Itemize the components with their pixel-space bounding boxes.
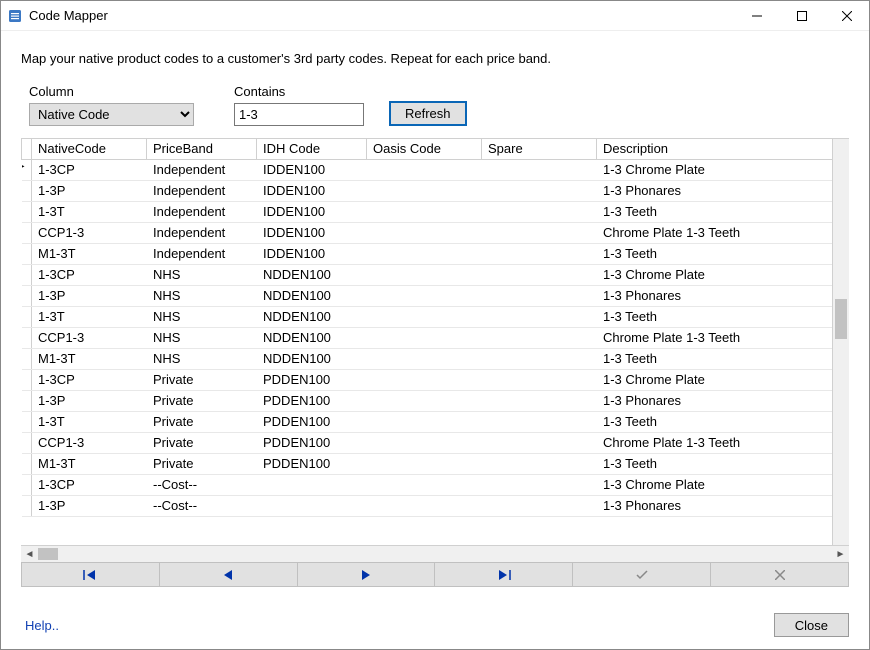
titlebar: Code Mapper bbox=[1, 1, 869, 31]
close-window-button[interactable] bbox=[824, 1, 869, 31]
nav-last-button[interactable] bbox=[435, 563, 573, 586]
table-row[interactable]: 1-3PPrivatePDDEN1001-3 Phonares bbox=[22, 390, 849, 411]
nav-first-button[interactable] bbox=[22, 563, 160, 586]
table-row[interactable]: 1-3PNHSNDDEN1001-3 Phonares bbox=[22, 285, 849, 306]
nav-confirm-button[interactable] bbox=[573, 563, 711, 586]
table-row[interactable]: 1-3CPNHSNDDEN1001-3 Chrome Plate bbox=[22, 264, 849, 285]
scroll-right-icon[interactable]: ► bbox=[832, 546, 849, 563]
table-row[interactable]: M1-3TPrivatePDDEN1001-3 Teeth bbox=[22, 453, 849, 474]
intro-text: Map your native product codes to a custo… bbox=[21, 51, 849, 66]
table-row[interactable]: 1-3TNHSNDDEN1001-3 Teeth bbox=[22, 306, 849, 327]
scroll-left-icon[interactable]: ◄ bbox=[21, 546, 38, 563]
table-row[interactable]: M1-3TIndependentIDDEN1001-3 Teeth bbox=[22, 243, 849, 264]
table-row[interactable]: 1-3CPIndependentIDDEN1001-3 Chrome Plate bbox=[22, 159, 849, 180]
table-row[interactable]: CCP1-3IndependentIDDEN100Chrome Plate 1-… bbox=[22, 222, 849, 243]
table-row[interactable]: 1-3CP--Cost--1-3 Chrome Plate bbox=[22, 474, 849, 495]
col-header-oasiscode[interactable]: Oasis Code bbox=[367, 139, 482, 159]
column-select[interactable]: Native Code bbox=[29, 103, 194, 126]
col-header-description[interactable]: Description bbox=[597, 139, 849, 159]
col-header-nativecode[interactable]: NativeCode bbox=[32, 139, 147, 159]
nav-prev-button[interactable] bbox=[160, 563, 298, 586]
window-title: Code Mapper bbox=[29, 8, 108, 23]
col-header-idhcode[interactable]: IDH Code bbox=[257, 139, 367, 159]
table-row[interactable]: M1-3TNHSNDDEN1001-3 Teeth bbox=[22, 348, 849, 369]
refresh-button[interactable]: Refresh bbox=[389, 101, 467, 126]
contains-label: Contains bbox=[234, 84, 364, 99]
data-grid[interactable]: NativeCode PriceBand IDH Code Oasis Code… bbox=[21, 138, 849, 587]
maximize-button[interactable] bbox=[779, 1, 824, 31]
close-button[interactable]: Close bbox=[774, 613, 849, 637]
column-label: Column bbox=[29, 84, 194, 99]
app-icon bbox=[7, 8, 23, 24]
minimize-button[interactable] bbox=[734, 1, 779, 31]
record-navigator bbox=[21, 562, 849, 587]
nav-cancel-button[interactable] bbox=[711, 563, 848, 586]
help-link[interactable]: Help.. bbox=[25, 618, 59, 633]
contains-input[interactable] bbox=[234, 103, 364, 126]
table-row[interactable]: 1-3P--Cost--1-3 Phonares bbox=[22, 495, 849, 516]
col-header-priceband[interactable]: PriceBand bbox=[147, 139, 257, 159]
table-row[interactable]: CCP1-3NHSNDDEN100Chrome Plate 1-3 Teeth bbox=[22, 327, 849, 348]
nav-next-button[interactable] bbox=[298, 563, 436, 586]
horizontal-scrollbar[interactable]: ◄ ► bbox=[21, 545, 849, 562]
vertical-scrollbar[interactable] bbox=[832, 139, 849, 545]
table-row[interactable]: 1-3CPPrivatePDDEN1001-3 Chrome Plate bbox=[22, 369, 849, 390]
table-row[interactable]: 1-3TIndependentIDDEN1001-3 Teeth bbox=[22, 201, 849, 222]
table-row[interactable]: 1-3TPrivatePDDEN1001-3 Teeth bbox=[22, 411, 849, 432]
table-row[interactable]: CCP1-3PrivatePDDEN100Chrome Plate 1-3 Te… bbox=[22, 432, 849, 453]
table-row[interactable]: 1-3PIndependentIDDEN1001-3 Phonares bbox=[22, 180, 849, 201]
col-header-spare[interactable]: Spare bbox=[482, 139, 597, 159]
